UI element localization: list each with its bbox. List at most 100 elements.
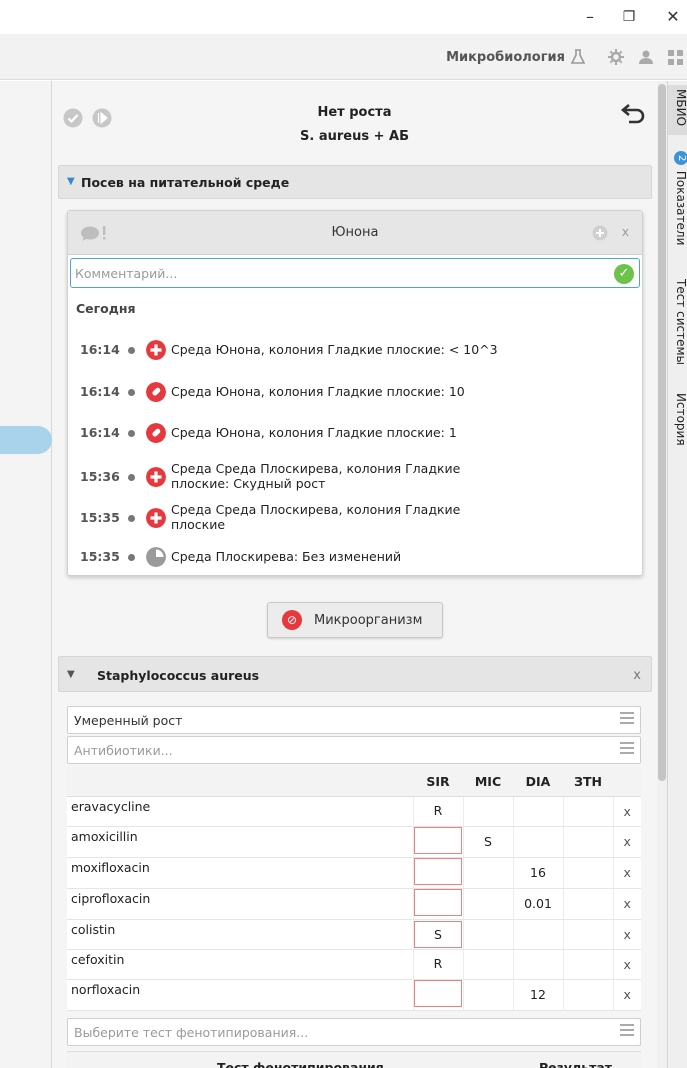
gear-icon[interactable]	[607, 48, 625, 66]
remove-row-button[interactable]: x	[612, 826, 641, 858]
remove-row-button[interactable]: x	[612, 919, 641, 950]
organism-section-header[interactable]: ▼ Staphylococcus aureus x	[58, 656, 652, 692]
status-title: Нет роста	[317, 105, 392, 120]
ztn-cell[interactable]	[562, 826, 613, 858]
ztn-cell[interactable]	[562, 796, 613, 827]
antibiotics-select[interactable]: Антибиотики...	[67, 736, 641, 764]
entry-time: 15:35	[80, 549, 120, 564]
microorganism-button-label: Микроорганизм	[314, 613, 423, 628]
close-card-button[interactable]: x	[622, 225, 629, 239]
dia-cell[interactable]	[512, 796, 563, 827]
remove-organism-button[interactable]: x	[633, 668, 641, 683]
timeline-dot	[128, 515, 135, 522]
column-header-sir: SIR	[413, 768, 463, 797]
entry-text: Среда Среда Плоскирева, колония Гладкие …	[171, 502, 461, 532]
collapse-triangle-icon[interactable]: ▼	[67, 669, 75, 680]
count-badge: 2	[674, 151, 687, 165]
add-microorganism-button[interactable]: ⊘ Микроорганизм	[267, 602, 443, 638]
main-panel: Нет роста S. aureus + АБ ▼ Посев на пита…	[52, 81, 657, 1068]
sir-cell[interactable]: R	[412, 796, 463, 827]
column-header	[613, 768, 641, 797]
table-row: ciprofloxacin 0.01 x	[67, 888, 641, 920]
dia-cell[interactable]: 12	[512, 979, 563, 1011]
left-panel	[0, 81, 52, 1068]
remove-row-button[interactable]: x	[612, 796, 641, 827]
dia-cell[interactable]	[512, 919, 563, 950]
dia-cell[interactable]	[512, 949, 563, 980]
scrollbar-thumb[interactable]	[658, 84, 666, 781]
collapse-triangle-icon[interactable]: ▼	[67, 176, 75, 187]
tab-indicators[interactable]: 2 Показатели	[668, 147, 687, 257]
sir-cell[interactable]: R	[412, 949, 463, 980]
remove-row-button[interactable]: x	[612, 857, 641, 889]
remove-row-button[interactable]: x	[612, 979, 641, 1011]
tab-test-systems[interactable]: Тест системы	[668, 275, 687, 385]
sir-cell[interactable]	[412, 979, 463, 1011]
ztn-cell[interactable]	[562, 979, 613, 1011]
tab-history[interactable]: История	[668, 389, 687, 469]
table-row: amoxicillin S x	[67, 826, 641, 858]
sir-cell[interactable]	[412, 888, 463, 920]
module-title[interactable]: Микробиология	[446, 50, 565, 65]
sir-value	[414, 826, 462, 854]
sir-cell[interactable]: S	[412, 919, 463, 950]
growth-select[interactable]: Умеренный рост	[67, 706, 641, 734]
close-window-button[interactable]: ✕	[661, 6, 685, 28]
entry-text: Среда Юнона, колония Гладкие плоские: < …	[171, 342, 498, 357]
mic-cell[interactable]	[462, 949, 513, 980]
grid-icon[interactable]	[667, 48, 685, 66]
clock-gray-icon	[146, 547, 166, 567]
sir-value	[414, 979, 462, 1007]
mic-cell[interactable]	[462, 796, 513, 827]
entry-text: Среда Юнона, колония Гладкие плоские: 10	[171, 384, 465, 399]
menu-icon[interactable]	[620, 742, 634, 756]
ztn-cell[interactable]	[562, 857, 613, 889]
sir-cell[interactable]	[412, 826, 463, 858]
dia-cell[interactable]: 16	[512, 857, 563, 889]
mic-cell[interactable]: S	[462, 826, 513, 858]
tab-label: МБИО	[674, 89, 687, 127]
mic-cell[interactable]	[462, 919, 513, 950]
left-panel-selection[interactable]	[0, 426, 52, 454]
tab-mbio[interactable]: МБИО	[668, 85, 687, 135]
microbe-icon: ⊘	[282, 610, 302, 630]
add-circle-icon[interactable]	[592, 225, 608, 241]
growth-value: Умеренный рост	[74, 713, 183, 728]
culture-section-header[interactable]: ▼ Посев на питательной среде	[58, 165, 652, 199]
minimize-button[interactable]: –	[578, 6, 602, 28]
remove-row-button[interactable]: x	[612, 949, 641, 980]
status-subtitle: S. aureus + АБ	[300, 129, 409, 144]
submit-check-icon[interactable]: ✓	[614, 264, 634, 284]
sir-value: S	[414, 920, 462, 948]
undo-arrow-icon[interactable]	[620, 101, 648, 127]
dia-cell[interactable]: 0.01	[512, 888, 563, 920]
right-tab-strip: МБИО 2 Показатели Тест системы История	[667, 81, 687, 1068]
antibiotic-name: amoxicillin	[67, 826, 413, 858]
timeline-dot	[128, 474, 135, 481]
antibiotics-placeholder: Антибиотики...	[74, 743, 173, 758]
comment-input[interactable]	[70, 258, 640, 288]
menu-icon[interactable]	[620, 712, 634, 726]
dia-cell[interactable]	[512, 826, 563, 858]
flask-icon[interactable]	[569, 48, 587, 66]
sir-cell[interactable]	[412, 857, 463, 889]
mic-cell[interactable]	[462, 979, 513, 1011]
ztn-cell[interactable]	[562, 919, 613, 950]
ztn-cell[interactable]	[562, 888, 613, 920]
timeline-dot	[128, 430, 135, 437]
ztn-cell[interactable]	[562, 949, 613, 980]
sir-value: R	[433, 955, 443, 971]
user-icon[interactable]	[637, 48, 655, 66]
phenotype-test-select[interactable]: Выберите тест фенотипирования...	[67, 1018, 641, 1046]
menu-icon[interactable]	[620, 1024, 634, 1038]
timeline-dot	[128, 554, 135, 561]
mic-cell[interactable]	[462, 888, 513, 920]
restore-button[interactable]: ❐	[617, 6, 641, 28]
culture-section-label: Посев на питательной среде	[81, 175, 290, 190]
sir-value: R	[433, 802, 443, 818]
mic-cell[interactable]	[462, 857, 513, 889]
comment-card-header: Юнона x	[68, 211, 642, 255]
phenotype-table-header: Тест фенотипирования Результат	[67, 1051, 641, 1068]
remove-row-button[interactable]: x	[612, 888, 641, 920]
entry-time: 15:35	[80, 510, 120, 525]
